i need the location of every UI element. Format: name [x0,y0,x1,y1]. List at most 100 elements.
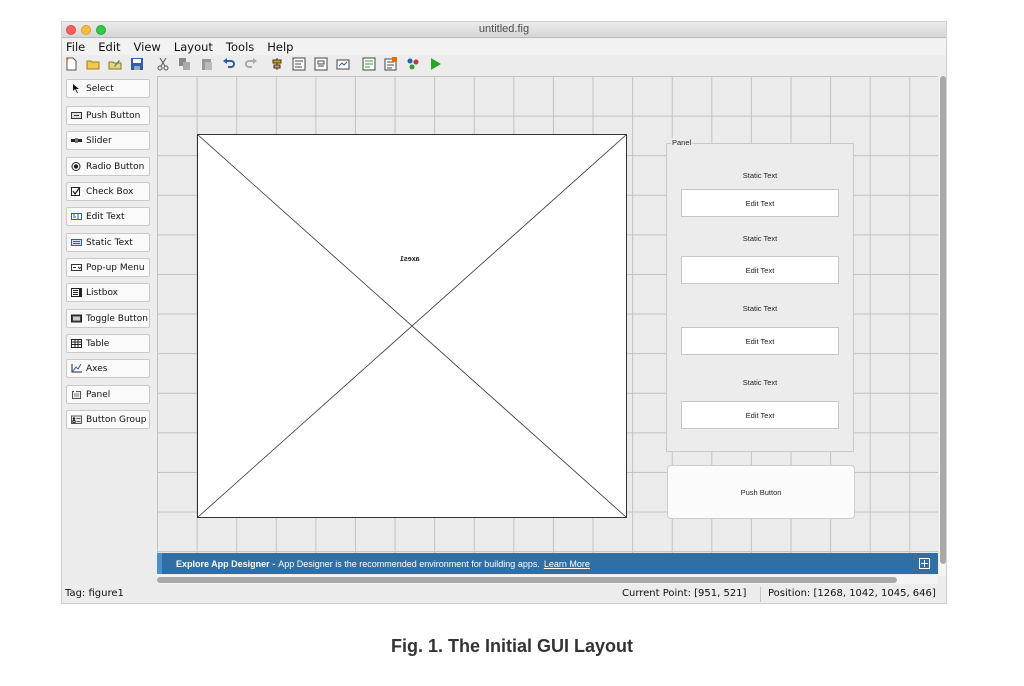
panel-component[interactable]: Panel Static Text Edit Text Static Text … [666,138,854,452]
palette-button-group[interactable]: Button Group [66,410,150,429]
open-folder-icon[interactable] [86,57,100,71]
new-file-icon[interactable] [64,57,78,71]
redo-icon[interactable] [244,57,258,71]
banner-accent [157,553,162,574]
button-group-icon [71,415,82,424]
palette-label: Table [86,338,110,349]
object-browser-icon[interactable] [406,57,420,71]
palette-label: Axes [86,363,108,374]
static-text[interactable]: Static Text [681,234,839,243]
panel-icon [72,390,81,399]
vertical-scrollbar[interactable] [939,76,946,576]
palette-table[interactable]: Table [66,334,150,353]
align-icon[interactable] [270,57,284,71]
status-tag: Tag: figure1 [65,588,124,599]
menu-file[interactable]: File [66,40,85,54]
palette-popup-menu[interactable]: Pop-up Menu [66,258,150,277]
menu-view[interactable]: View [134,40,161,54]
table-icon [71,339,82,348]
vertical-scroll-thumb[interactable] [940,76,946,564]
guide-window: untitled.fig File Edit View Layout Tools… [61,21,947,604]
layout-canvas[interactable]: axes1 Panel Static Text Edit Text Static… [157,76,938,553]
copy-icon[interactable] [178,57,192,71]
popup-menu-icon [71,264,82,271]
status-current-point: Current Point: [951, 521] [622,588,747,599]
edit-text-field[interactable]: Edit Text [681,189,839,217]
learn-more-link[interactable]: Learn More [544,559,590,569]
axes-tag-label: axes1 [400,256,420,263]
status-divider [760,587,761,602]
editor-icon[interactable] [362,57,376,71]
static-text[interactable]: Static Text [681,304,839,313]
banner-message: App Designer is the recommended environm… [278,558,540,569]
palette-push-button[interactable]: Push Button [66,106,150,125]
push-button-icon [71,112,82,119]
undo-icon[interactable] [222,57,236,71]
palette-label: Listbox [86,287,119,298]
save-icon[interactable] [130,57,144,71]
menu-help[interactable]: Help [267,40,293,54]
palette-listbox[interactable]: Listbox [66,283,150,302]
palette-label: Pop-up Menu [86,262,145,273]
edit-text-field[interactable]: Edit Text [681,401,839,429]
toolbar [62,55,946,73]
cut-icon[interactable] [156,57,170,71]
expand-icon[interactable] [919,558,930,569]
figure-caption: Fig. 1. The Initial GUI Layout [390,636,633,656]
banner-heading: Explore App Designer - [176,558,276,569]
menu-layout[interactable]: Layout [174,40,213,54]
edit-text-field[interactable]: Edit Text [681,327,839,355]
component-palette: Select Push Button Slider Radio Button C… [62,76,154,556]
palette-panel[interactable]: Panel [66,385,150,404]
static-text[interactable]: Static Text [681,378,839,387]
axes-placeholder-cross [198,135,626,517]
run-icon[interactable] [428,57,442,71]
menu-edit[interactable]: Edit [98,40,120,54]
toolbar-editor-icon[interactable] [336,57,350,71]
palette-radio-button[interactable]: Radio Button [66,157,150,176]
arrow-cursor-icon [73,84,79,93]
menu-tools[interactable]: Tools [226,40,254,54]
radio-button-icon [71,162,81,171]
axes-component[interactable]: axes1 [197,134,627,518]
palette-axes[interactable]: Axes [66,359,150,378]
edit-text-field[interactable]: Edit Text [681,256,839,284]
palette-select[interactable]: Select [66,79,150,98]
status-bar: Tag: figure1 Current Point: [951, 521] P… [62,586,946,603]
palette-label: Radio Button [86,161,145,172]
panel-title: Panel [671,138,693,147]
palette-label: Toggle Button [86,313,148,324]
edit-text-icon [71,213,82,220]
palette-toggle-button[interactable]: Toggle Button [66,309,150,328]
app-designer-banner: Explore App Designer - App Designer is t… [157,553,938,574]
palette-label: Slider [86,135,112,146]
palette-edit-text[interactable]: Edit Text [66,207,150,226]
paste-icon[interactable] [200,57,214,71]
push-button-component[interactable]: Push Button [667,465,855,519]
palette-label: Edit Text [86,211,125,222]
horizontal-scroll-thumb[interactable] [157,577,897,583]
horizontal-scrollbar[interactable] [157,575,938,584]
menu-bar: File Edit View Layout Tools Help [62,39,946,55]
window-title: untitled.fig [478,23,530,35]
static-text[interactable]: Static Text [681,171,839,180]
tab-order-icon[interactable] [314,57,328,71]
palette-label: Check Box [86,186,134,197]
menu-editor-icon[interactable] [292,57,306,71]
palette-label: Static Text [86,237,133,248]
palette-static-text[interactable]: Static Text [66,233,150,252]
listbox-icon [71,288,82,297]
axes-icon [71,364,82,373]
toggle-button-icon [71,314,82,323]
property-inspector-icon[interactable] [384,57,398,71]
static-text-icon [71,239,82,246]
edit-icon[interactable] [108,57,122,71]
title-bar[interactable]: untitled.fig [62,22,946,38]
palette-label: Panel [86,389,111,400]
status-position: Position: [1268, 1042, 1045, 646] [768,588,936,599]
palette-slider[interactable]: Slider [66,131,150,150]
palette-label: Select [86,83,114,94]
slider-icon [71,138,82,143]
palette-check-box[interactable]: Check Box [66,182,150,201]
palette-label: Push Button [86,110,141,121]
